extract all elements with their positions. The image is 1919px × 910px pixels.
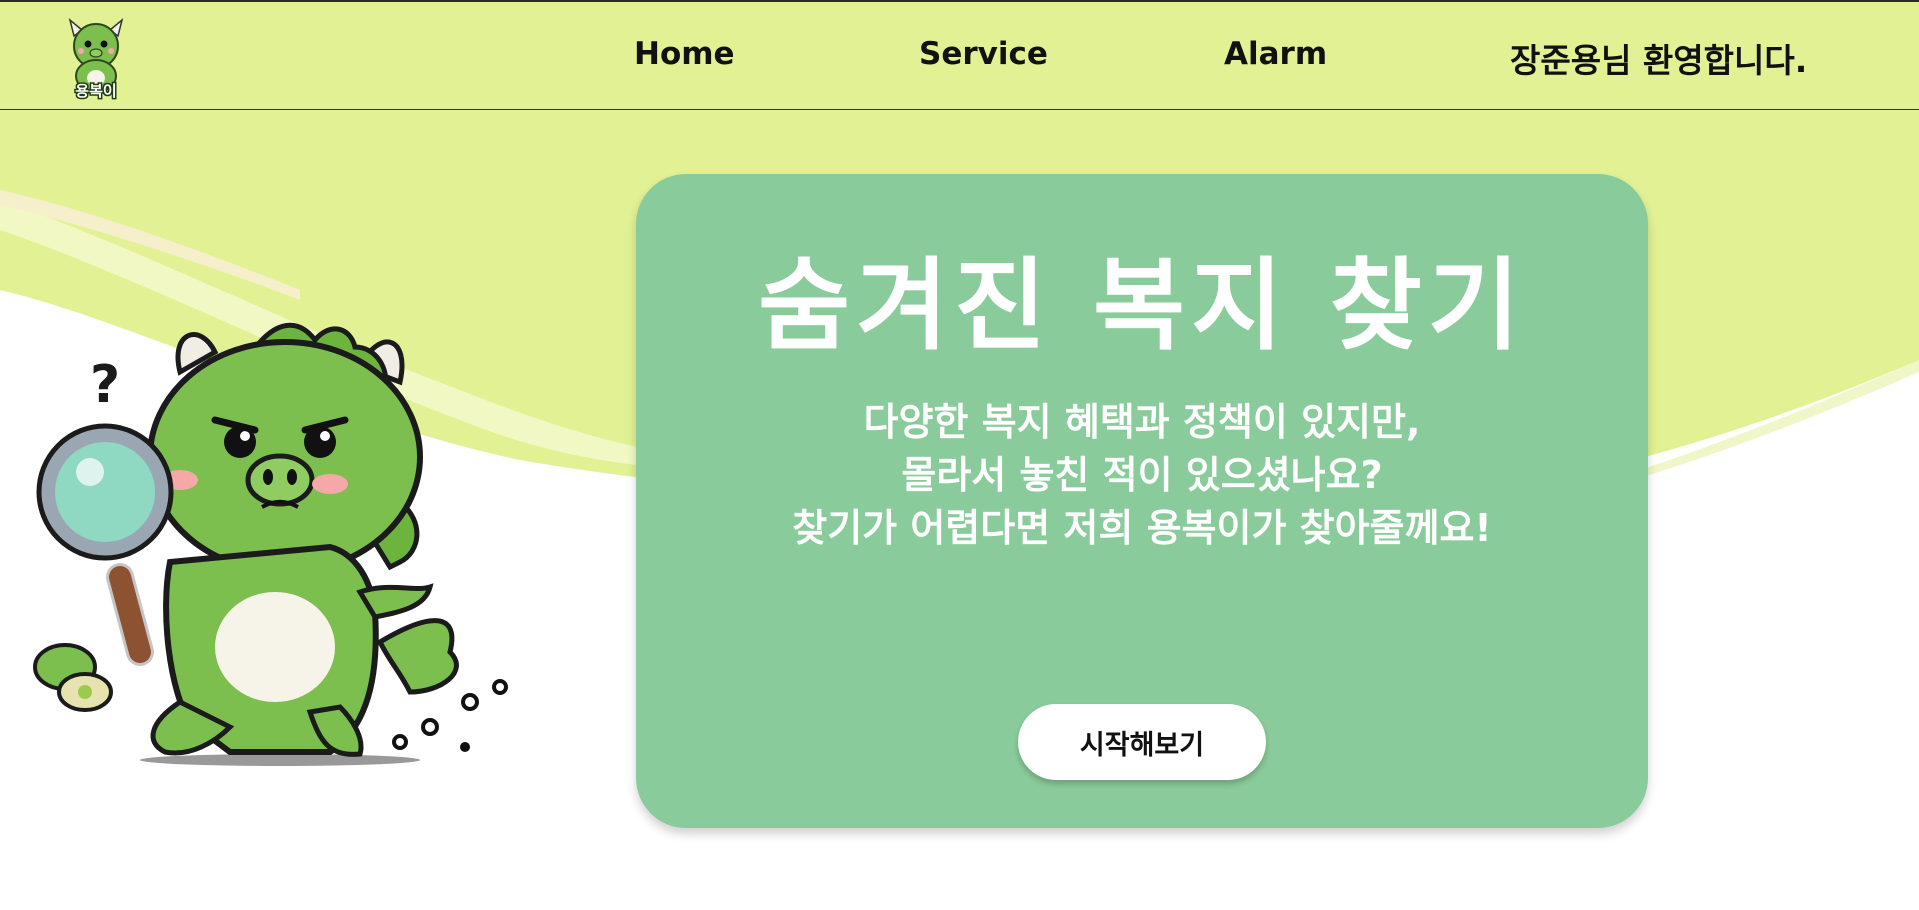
- hero-card: 숨겨진 복지 찾기 다양한 복지 혜택과 정책이 있지만, 몰라서 놓친 적이 …: [636, 174, 1648, 828]
- hero-title: 숨겨진 복지 찾기: [758, 247, 1526, 364]
- top-navbar: 용복이 Home Service Alarm 장준용님 환영합니다.: [0, 0, 1919, 110]
- svg-text:?: ?: [90, 355, 120, 415]
- nav-service-link[interactable]: Service: [919, 36, 1048, 72]
- hero-subtitle-line-3: 찾기가 어렵다면 저희 용복이가 찾아줄께요!: [792, 506, 1492, 550]
- logo-text: 용복이: [75, 82, 116, 100]
- welcome-message: 장준용님 환영합니다.: [1510, 41, 1808, 80]
- hero-subtitle: 다양한 복지 혜택과 정책이 있지만, 몰라서 놓친 적이 있으셨나요? 찾기가…: [636, 396, 1648, 555]
- dragon-mascot-icon: ?: [33, 322, 508, 766]
- dragon-logo-icon: 용복이: [68, 17, 124, 102]
- start-button[interactable]: 시작해보기: [1018, 704, 1266, 780]
- logo[interactable]: 용복이: [56, 16, 136, 102]
- nav-home-link[interactable]: Home: [634, 36, 735, 72]
- hero-subtitle-line-2: 몰라서 놓친 적이 있으셨나요?: [901, 453, 1383, 497]
- nav-alarm-link[interactable]: Alarm: [1224, 36, 1327, 72]
- hero-subtitle-line-1: 다양한 복지 혜택과 정책이 있지만,: [863, 400, 1421, 444]
